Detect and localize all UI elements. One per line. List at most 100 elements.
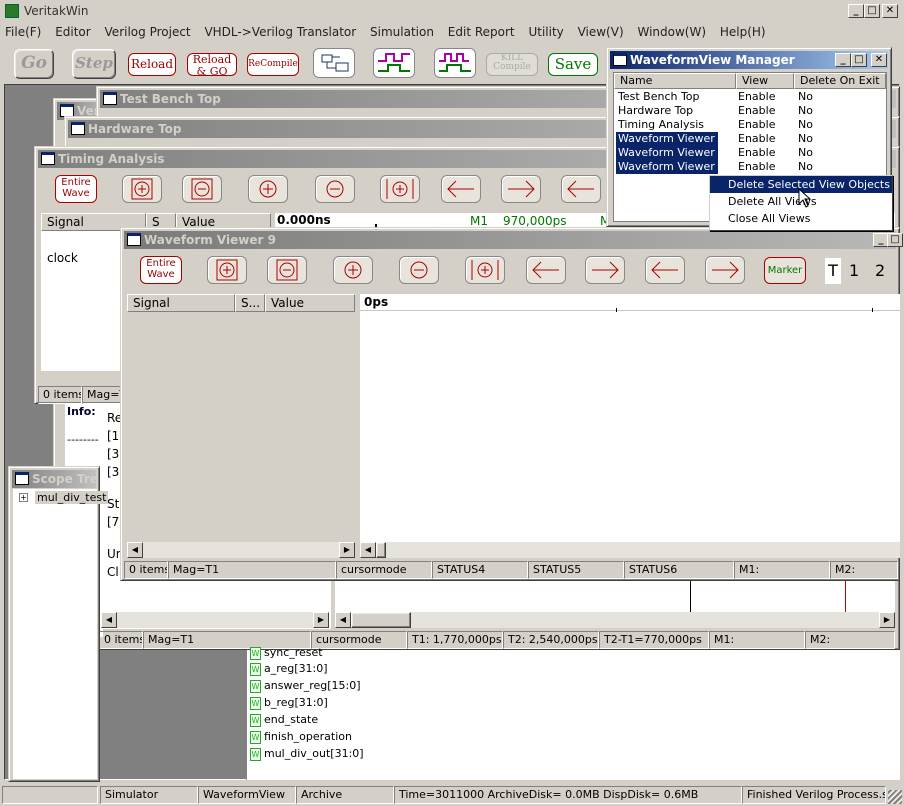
scope-tree-item[interactable]: mul_div_test <box>35 491 109 504</box>
t-cursor-selector[interactable]: T <box>825 258 841 284</box>
hw-left-scrollbar[interactable]: ◀ ▶ <box>101 612 329 628</box>
wave9-col-signal[interactable]: Signal <box>127 294 235 312</box>
zoom-out-box-button[interactable] <box>182 175 222 203</box>
scroll-left-arrow[interactable]: ◀ <box>127 542 143 558</box>
manager-row[interactable]: Hardware Top Enable No <box>616 104 886 118</box>
signal-item[interactable]: Wmul_div_out[31:0] <box>250 745 364 762</box>
cursor-2-selector[interactable]: 2 <box>875 258 885 284</box>
row-name: Waveform Viewer 8 <box>616 146 726 160</box>
signal-item[interactable]: Wend_state <box>250 711 318 728</box>
status-blank <box>2 786 98 804</box>
scroll-right-arrow[interactable]: ▶ <box>313 612 329 628</box>
manager-row-selected[interactable]: Waveform Viewer 9 Enable No <box>616 160 886 174</box>
manager-col-delete[interactable]: Delete On Exit <box>794 73 886 89</box>
manager-col-name[interactable]: Name <box>614 73 736 89</box>
zoom-cursor-button[interactable] <box>465 256 505 284</box>
app-icon <box>5 4 19 18</box>
waveform-viewer-9-window[interactable]: Waveform Viewer 9 _ □ Entire Wave Marker… <box>120 227 903 581</box>
menu-vhdl-translator[interactable]: VHDL->Verilog Translator <box>199 22 361 42</box>
manager-minimize-button[interactable]: _ <box>835 53 851 67</box>
zoom-cursor-button[interactable] <box>380 175 420 203</box>
zoom-out-box-button[interactable] <box>267 256 307 284</box>
menu-view[interactable]: View(V) <box>573 22 629 42</box>
maximize-button[interactable]: □ <box>864 4 880 18</box>
reload-button[interactable]: Reload <box>128 53 176 76</box>
wave9-splitter[interactable] <box>355 294 359 558</box>
scroll-left-button[interactable] <box>441 175 481 203</box>
signal-item[interactable]: Wanswer_reg[15:0] <box>250 677 361 694</box>
waveform-button-2[interactable] <box>434 48 476 78</box>
save-button[interactable]: Save <box>548 53 598 76</box>
menu-window[interactable]: Window(W) <box>632 22 711 42</box>
step-button[interactable]: Step <box>72 49 116 79</box>
zoom-fit-button[interactable] <box>207 256 247 284</box>
manager-maximize-button[interactable]: □ <box>851 53 867 67</box>
hierarchy-view-button[interactable] <box>313 48 355 78</box>
prev-edge-button[interactable] <box>561 175 601 203</box>
scroll-left-button[interactable] <box>526 256 566 284</box>
marker-button[interactable]: Marker <box>764 257 806 284</box>
next-edge-button[interactable] <box>705 256 745 284</box>
menu-verilog-project[interactable]: Verilog Project <box>100 22 196 42</box>
manager-close-button[interactable]: ✕ <box>871 53 887 67</box>
cursor-1-selector[interactable]: 1 <box>849 258 859 284</box>
wave9-col-s[interactable]: S... <box>235 294 265 312</box>
entire-wave-button[interactable]: Entire Wave <box>55 175 97 203</box>
recompile-button[interactable]: ReCompile <box>247 53 299 76</box>
tick-mark <box>872 308 873 312</box>
menu-close-all[interactable]: Close All Views <box>710 210 892 227</box>
manager-row[interactable]: Timing Analysis Enable No <box>616 118 886 132</box>
timing-signal-clock[interactable]: clock <box>47 251 78 265</box>
kill-compile-button[interactable]: KILL Compile <box>486 53 538 76</box>
scroll-thumb[interactable] <box>376 542 386 558</box>
scroll-right-arrow[interactable]: ▶ <box>339 542 355 558</box>
zoom-in-button[interactable] <box>333 256 373 284</box>
waveform-button-1[interactable] <box>373 48 415 78</box>
scroll-right-button[interactable] <box>585 256 625 284</box>
wave9-left-scrollbar[interactable]: ◀ ▶ <box>127 542 355 558</box>
minimize-button[interactable]: _ <box>848 4 864 18</box>
scope-tree-window[interactable]: Scope Tree + mul_div_test <box>8 466 109 782</box>
manager-col-view[interactable]: View <box>736 73 794 89</box>
menu-edit-report[interactable]: Edit Report <box>443 22 520 42</box>
scroll-right-button[interactable] <box>501 175 541 203</box>
signal-item[interactable]: Wb_reg[31:0] <box>250 694 328 711</box>
menu-file[interactable]: File(F) <box>0 22 46 42</box>
entire-wave-button[interactable]: Entire Wave <box>140 256 182 284</box>
menu-utility[interactable]: Utility <box>523 22 568 42</box>
go-button[interactable]: Go <box>14 49 54 79</box>
info-label: Info: <box>67 405 96 418</box>
menu-editor[interactable]: Editor <box>50 22 96 42</box>
zoom-out-button[interactable] <box>399 256 439 284</box>
hw-status-t2: T2: 2,540,000ps <box>503 631 599 649</box>
wave9-wave-scrollbar[interactable]: ◀ <box>360 542 900 558</box>
wave9-status-6: STATUS6 <box>624 561 734 579</box>
wave9-col-value[interactable]: Value <box>265 294 355 312</box>
signal-item[interactable]: Wfinish_operation <box>250 728 352 745</box>
entire-line1: Entire <box>61 177 91 188</box>
zoom-out-button[interactable] <box>315 175 355 203</box>
scroll-left-arrow[interactable]: ◀ <box>101 612 117 628</box>
hw-lower-wave-pane <box>335 581 895 613</box>
hw-wave-scrollbar[interactable]: ◀ ▶ <box>335 612 895 628</box>
scroll-thumb[interactable] <box>351 612 411 628</box>
scroll-right-arrow[interactable]: ▶ <box>879 612 895 628</box>
close-button[interactable]: ✕ <box>882 4 898 18</box>
menu-simulation[interactable]: Simulation <box>365 22 439 42</box>
signal-item[interactable]: Wa_reg[31:0] <box>250 660 328 677</box>
signal-item[interactable]: Wsync_reset <box>250 644 323 661</box>
zoom-fit-button[interactable] <box>122 175 162 203</box>
reload-go-button[interactable]: Reload & GO <box>187 53 237 78</box>
wave9-maximize-button[interactable]: □ <box>887 233 903 247</box>
scroll-left-arrow[interactable]: ◀ <box>360 542 376 558</box>
expand-plus-icon[interactable]: + <box>19 493 28 502</box>
manager-row[interactable]: Test Bench Top Enable No <box>616 90 886 104</box>
zoom-in-button[interactable] <box>248 175 288 203</box>
prev-edge-button[interactable] <box>645 256 685 284</box>
manager-row-selected[interactable]: Waveform Viewer 7 Enable No <box>616 132 886 146</box>
resize-grip[interactable] <box>888 790 902 804</box>
scroll-left-arrow[interactable]: ◀ <box>335 612 351 628</box>
reload-go-line2: & GO <box>196 64 228 78</box>
manager-row-selected[interactable]: Waveform Viewer 8 Enable No <box>616 146 886 160</box>
menu-help[interactable]: Help(H) <box>715 22 771 42</box>
